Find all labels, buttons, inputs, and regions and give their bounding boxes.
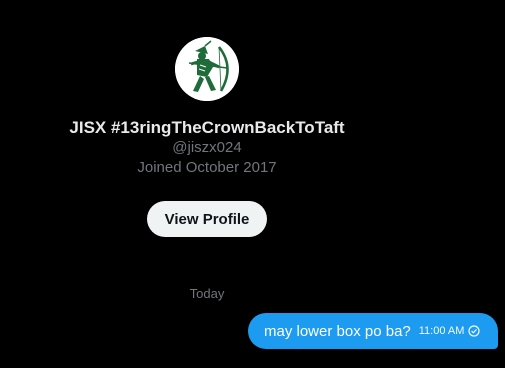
message-bubble[interactable]: may lower box po ba? 11:00 AM [248,313,498,349]
date-separator: Today [189,286,225,301]
display-name: JISX #13ringTheCrownBackToTaft [69,118,345,137]
view-profile-button[interactable]: View Profile [147,201,267,237]
message-meta: 11:00 AM [419,325,481,337]
message-text: may lower box po ba? [264,322,411,340]
joined-date: Joined October 2017 [137,159,277,176]
message-time: 11:00 AM [418,325,465,337]
avatar[interactable] [175,37,239,101]
sent-check-icon [468,325,481,337]
user-handle: @jiszx024 [172,139,242,156]
archer-logo-icon [175,37,239,101]
